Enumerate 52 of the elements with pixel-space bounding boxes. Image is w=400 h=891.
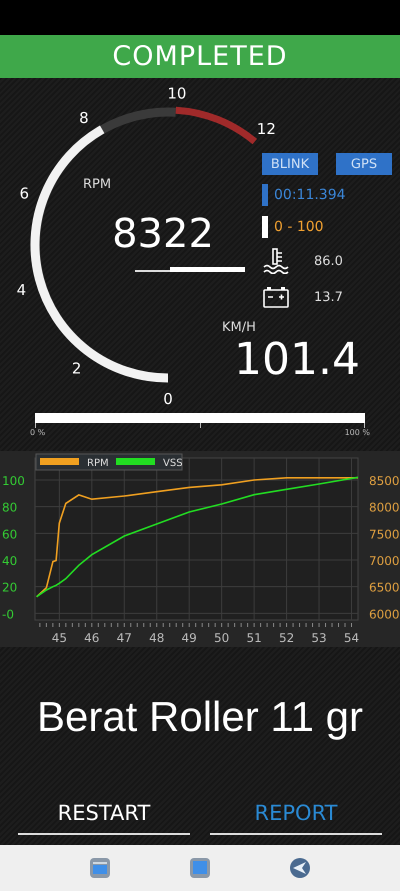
gauge-tick-label: 10: [167, 84, 186, 102]
speed-value: 101.4: [234, 335, 360, 385]
readout-text: 00:11.394: [274, 187, 346, 203]
sensor-value: 86.0: [314, 254, 343, 268]
sensor-value: 13.7: [314, 290, 343, 304]
legend-label: RPM: [87, 458, 109, 469]
x-tick-label: 46: [84, 631, 100, 645]
battery-icon: [262, 285, 290, 309]
y-tick-label: 7000: [369, 554, 400, 568]
progress-end-label: 100 %: [344, 428, 370, 437]
note-text: Berat Roller 11 gr: [36, 692, 364, 742]
readout-text: 0 - 100: [274, 219, 324, 235]
action-button[interactable]: REPORT: [210, 795, 382, 835]
y-tick-label: 40: [2, 554, 18, 568]
windows-icon[interactable]: [89, 857, 111, 879]
speed-unit: KM/H: [222, 320, 256, 335]
mode-button[interactable]: GPS: [336, 153, 392, 175]
x-tick-label: 47: [116, 631, 132, 645]
action-button[interactable]: RESTART: [18, 795, 190, 835]
x-tick-label: 50: [214, 631, 230, 645]
y-tick-label: 8000: [369, 500, 400, 515]
back-icon[interactable]: [289, 857, 311, 879]
x-tick-label: 54: [344, 631, 360, 645]
y-tick-label: 6000: [369, 607, 400, 622]
status-banner: COMPLETED: [0, 35, 400, 78]
home-icon[interactable]: [189, 857, 211, 879]
x-tick-label: 51: [246, 631, 262, 645]
gauge-tick-label: 8: [79, 109, 89, 128]
y-tick-label: 20: [2, 580, 18, 595]
rpm-label: RPM: [82, 177, 112, 192]
gauge-tick-label: 12: [256, 120, 276, 138]
rpm-value: 8322: [112, 211, 214, 257]
y-tick-label: 7500: [369, 527, 400, 542]
gauge-tick-label: 4: [16, 280, 26, 299]
gauge-tick-label: 0: [163, 390, 173, 408]
gauge-tick-label: 2: [72, 360, 82, 378]
legend-label: VSS: [163, 458, 183, 469]
thermometer-icon: [262, 248, 290, 274]
x-tick-label: 48: [149, 631, 164, 645]
x-tick-label: 53: [311, 631, 327, 645]
y-tick-label: 8500: [369, 474, 400, 488]
y-tick-label: 60: [2, 527, 18, 542]
y-tick-label: 100: [2, 474, 25, 488]
mode-button[interactable]: BLINK: [262, 153, 318, 175]
x-tick-label: 52: [278, 631, 294, 645]
y-tick-label: 80: [2, 500, 18, 515]
x-tick-label: 45: [52, 631, 67, 645]
x-tick-label: 49: [182, 631, 197, 645]
progress-start-label: 0 %: [30, 428, 46, 437]
gauge-tick-label: 6: [19, 184, 29, 203]
y-tick-label: -0: [2, 607, 14, 622]
y-tick-label: 6500: [369, 580, 400, 595]
